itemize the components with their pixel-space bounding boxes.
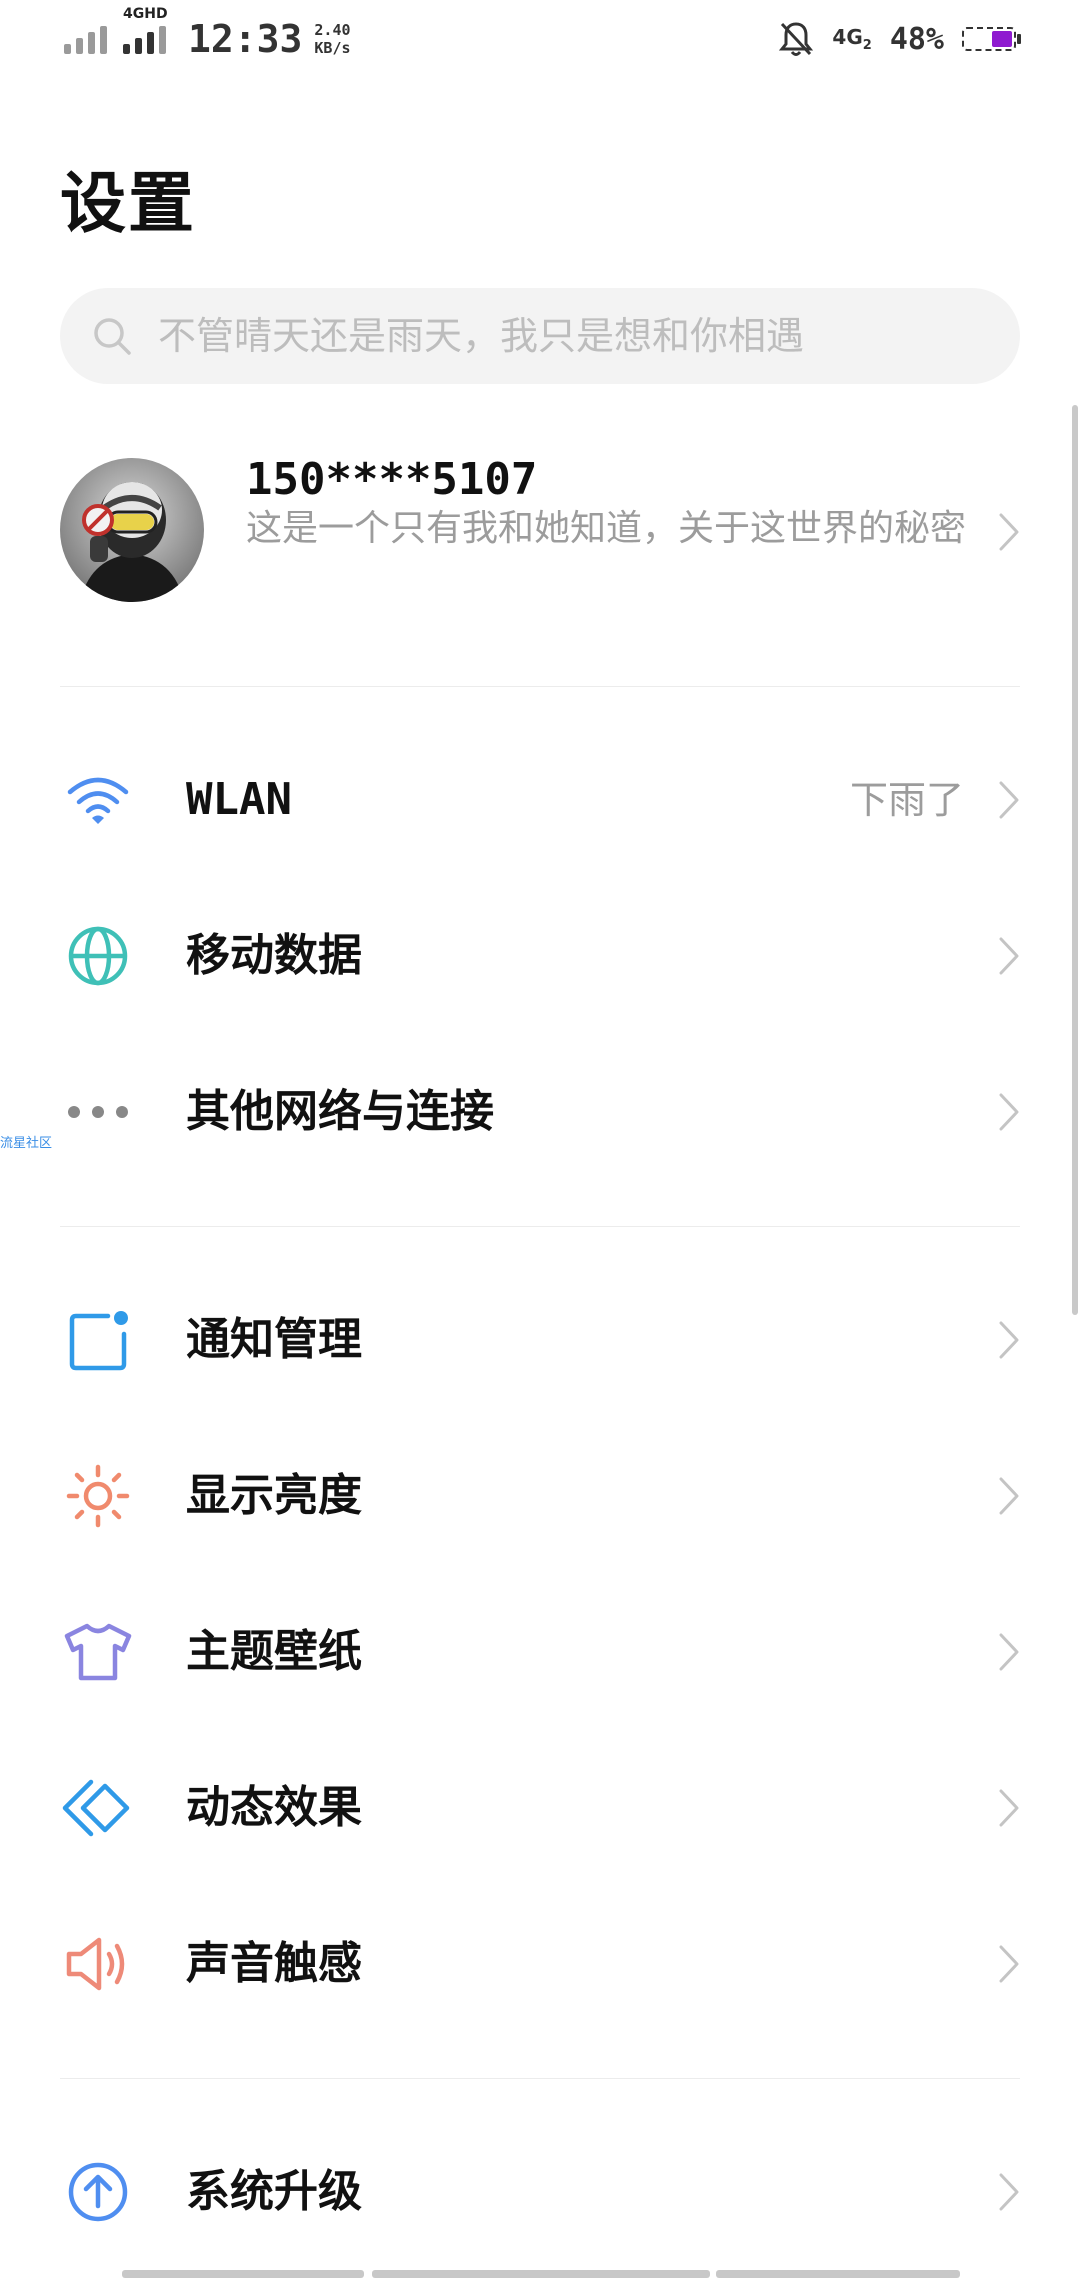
search-bar[interactable]	[60, 288, 1020, 384]
bottom-segment	[122, 2270, 364, 2278]
chevron-right-icon	[999, 1477, 1019, 1515]
settings-row-label: 声音触感	[186, 1938, 362, 1989]
settings-row-label: 主题壁纸	[186, 1626, 362, 1677]
network-speed: 2.40 KB/s	[314, 21, 350, 57]
notification-icon	[69, 1311, 128, 1371]
battery-percent: 48%	[889, 21, 944, 57]
scrollbar[interactable]	[1072, 405, 1078, 1315]
settings-row-label: 通知管理	[186, 1314, 362, 1365]
chevron-right-icon	[999, 2173, 1019, 2211]
settings-row-display-brightness[interactable]: 显示亮度	[60, 1418, 1020, 1574]
battery-tip	[1017, 34, 1021, 44]
chevron-right-icon	[999, 513, 1019, 551]
network-4g-sub: 2	[862, 38, 872, 53]
chevron-right-icon	[999, 781, 1019, 819]
bottom-segment	[372, 2270, 710, 2278]
settings-row-system-upgrade[interactable]: 系统升级	[60, 2114, 1020, 2270]
settings-row-dynamic-effects[interactable]: 动态效果	[60, 1730, 1020, 1886]
settings-row-label: WLAN	[186, 774, 292, 825]
settings-row-label: 显示亮度	[186, 1470, 362, 1521]
section-divider	[60, 1226, 1020, 1227]
chevron-right-icon	[999, 1321, 1019, 1359]
account-name: 150****5107	[246, 454, 538, 505]
section-divider	[60, 686, 1020, 687]
settings-row-theme-wallpaper[interactable]: 主题壁纸	[60, 1574, 1020, 1730]
page-title: 设置	[60, 165, 196, 242]
signal-sim1-icon	[64, 24, 107, 54]
dynamic-effect-icon	[62, 1779, 130, 1837]
settings-row-mobile-data[interactable]: 移动数据	[60, 878, 1020, 1034]
search-icon	[94, 318, 131, 355]
wifi-icon	[67, 777, 129, 824]
bell-muted-icon	[779, 22, 814, 56]
more-dots-icon	[68, 1106, 128, 1118]
wlan-current-network: 下雨了	[849, 778, 964, 822]
settings-row-label: 动态效果	[186, 1782, 362, 1833]
chevron-right-icon	[999, 1945, 1019, 1983]
system-upgrade-icon	[68, 2162, 128, 2222]
settings-row-sound-haptics[interactable]: 声音触感	[60, 1886, 1020, 2042]
chevron-right-icon	[999, 937, 1019, 975]
network-speed-value: 2.40	[314, 21, 351, 39]
clock: 12:33	[188, 17, 303, 61]
account-signature: 这是一个只有我和她知道，关于这世界的秘密	[246, 508, 967, 549]
network-4g-indicator: 4G2	[832, 25, 871, 53]
network-speed-unit: KB/s	[314, 39, 351, 57]
status-right: 4G2 48%	[778, 14, 1021, 64]
settings-row-label: 系统升级	[186, 2166, 362, 2217]
battery-fill	[992, 31, 1012, 47]
bottom-segment	[716, 2270, 960, 2278]
chevron-right-icon	[999, 1633, 1019, 1671]
settings-row-other-networks[interactable]: 其他网络与连接	[60, 1034, 1020, 1190]
network-type-label: 4GHD	[123, 6, 168, 22]
account-profile-card[interactable]: 150****5107 这是一个只有我和她知道，关于这世界的秘密	[60, 448, 1020, 618]
settings-row-notifications[interactable]: 通知管理	[60, 1262, 1020, 1418]
settings-row-wlan[interactable]: WLAN 下雨了	[60, 722, 1020, 878]
brightness-icon	[66, 1464, 130, 1528]
search-input[interactable]	[156, 313, 980, 359]
settings-row-label: 移动数据	[186, 930, 362, 981]
settings-row-label: 其他网络与连接	[186, 1086, 494, 1137]
theme-shirt-icon	[64, 1623, 132, 1681]
avatar[interactable]	[60, 458, 204, 602]
globe-icon	[68, 926, 128, 986]
bottom-edge-bar	[0, 2270, 1080, 2280]
network-4g-label: 4G	[832, 25, 863, 49]
status-bar: 4GHD 12:33 2.40 KB/s 4G2 48%	[0, 0, 1080, 80]
chevron-right-icon	[999, 1093, 1019, 1131]
section-divider	[60, 2078, 1020, 2079]
battery-icon	[962, 27, 1021, 51]
status-left: 4GHD 12:33 2.40 KB/s	[64, 6, 351, 64]
chevron-right-icon	[999, 1789, 1019, 1827]
edge-watermark-label: 流星社区	[0, 1136, 53, 1151]
sound-icon	[66, 1937, 125, 1991]
signal-sim2-icon: 4GHD	[123, 6, 168, 54]
